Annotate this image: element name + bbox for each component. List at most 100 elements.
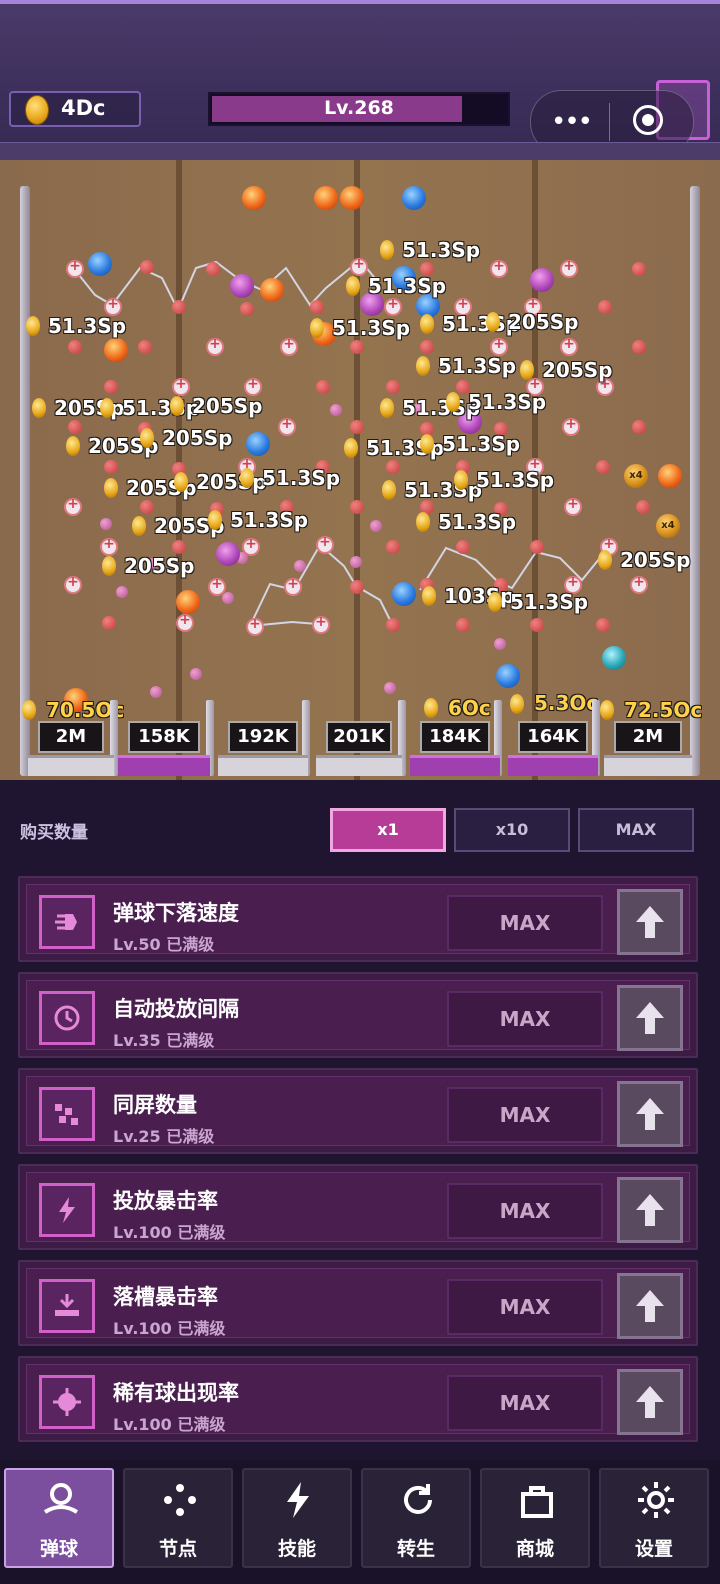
- upgrade-arrow-button[interactable]: [617, 1369, 683, 1435]
- buy-x10-button[interactable]: x10: [454, 808, 570, 852]
- upgrade-max-button[interactable]: MAX: [447, 991, 603, 1047]
- nav-item-label: 转生: [396, 1538, 435, 1560]
- board-peg: [456, 540, 470, 554]
- coin-icon: [32, 398, 46, 418]
- score-popup: 205Sp: [542, 358, 613, 382]
- slot: 158K: [118, 700, 210, 776]
- board-peg: [172, 300, 186, 314]
- board-peg: [350, 420, 364, 434]
- coin-icon: [102, 556, 116, 576]
- gear-icon: [638, 1482, 674, 1518]
- coin-icon: [382, 480, 396, 500]
- arrow-up-icon: [636, 1386, 664, 1418]
- slot-value: 184K: [420, 721, 490, 753]
- upgrade-max-button[interactable]: MAX: [447, 1279, 603, 1335]
- slot-base: [28, 755, 114, 776]
- board-peg: [116, 586, 128, 598]
- board-peg: [100, 536, 118, 556]
- board-peg: [278, 416, 296, 436]
- board-peg: [420, 340, 434, 354]
- upgrade-title: 投放暴击率: [113, 1189, 218, 1213]
- board-peg: [386, 460, 400, 474]
- currency-value: 4Dc: [61, 96, 106, 120]
- upgrade-card: 稀有球出现率 Lv.100 已满级 MAX: [18, 1356, 698, 1442]
- slot-base: [218, 755, 308, 776]
- score-popup: 51.3Sp: [510, 590, 589, 614]
- board-peg: [68, 420, 82, 434]
- coin-icon: [416, 356, 430, 376]
- pinball-board[interactable]: x4x4 51.3Sp51.3Sp51.3Sp51.3Sp51.3Sp205Sp…: [0, 160, 720, 780]
- nav-item[interactable]: 弹球: [4, 1468, 114, 1568]
- upgrade-arrow-button[interactable]: [617, 889, 683, 955]
- balls-count-icon: [39, 1087, 95, 1141]
- arrow-up-icon: [636, 1098, 664, 1130]
- coin-icon: [420, 434, 434, 454]
- coin-icon: [132, 516, 146, 536]
- board-peg: [66, 258, 84, 278]
- board-peg: [370, 520, 382, 532]
- upgrade-card: 同屏数量 Lv.25 已满级 MAX: [18, 1068, 698, 1154]
- board-peg: [240, 302, 254, 316]
- nav-item[interactable]: 商城: [480, 1468, 590, 1568]
- score-popup: 51.3Sp: [476, 468, 555, 492]
- more-options-icon[interactable]: •••: [551, 107, 593, 137]
- board-peg: [150, 686, 162, 698]
- board-peg: [636, 500, 650, 514]
- board-peg: [384, 296, 402, 316]
- nav-item[interactable]: 转生: [361, 1468, 471, 1568]
- lightning-ball: [496, 664, 520, 688]
- nav-item-label: 设置: [634, 1538, 673, 1560]
- score-popup: 205Sp: [192, 394, 263, 418]
- slot: 2M: [28, 700, 114, 776]
- score-popup: 51.3Sp: [122, 396, 201, 420]
- pinball-icon: [43, 1483, 79, 1514]
- board-peg: [562, 416, 580, 436]
- board-peg: [104, 460, 118, 474]
- upgrade-arrow-button[interactable]: [617, 985, 683, 1051]
- board-peg: [246, 616, 264, 636]
- coin-icon: [454, 470, 468, 490]
- nav-item[interactable]: 节点: [123, 1468, 233, 1568]
- coin-icon: [446, 392, 460, 412]
- rare-ball-icon: [39, 1375, 95, 1429]
- fire-ball: [340, 186, 364, 210]
- score-popup: 51.3Sp: [368, 274, 447, 298]
- upgrade-max-button[interactable]: MAX: [447, 1375, 603, 1431]
- upgrade-max-button[interactable]: MAX: [447, 1183, 603, 1239]
- coin-icon: [422, 586, 436, 606]
- upgrade-max-button[interactable]: MAX: [447, 1087, 603, 1143]
- upgrade-title: 落槽暴击率: [113, 1285, 218, 1309]
- board-peg: [632, 420, 646, 434]
- board-peg: [102, 616, 116, 630]
- close-target-icon[interactable]: [633, 105, 663, 135]
- coin-icon: [104, 478, 118, 498]
- score-popup: 51.3Sp: [438, 510, 517, 534]
- score-popup: 103Sp: [444, 584, 515, 608]
- upgrade-card: 弹球下落速度 Lv.50 已满级 MAX: [18, 876, 698, 962]
- upgrade-arrow-button[interactable]: [617, 1273, 683, 1339]
- nav-item[interactable]: 技能: [242, 1468, 352, 1568]
- upgrade-max-button[interactable]: MAX: [447, 895, 603, 951]
- nav-item[interactable]: 设置: [599, 1468, 709, 1568]
- lightning-ball: [402, 186, 426, 210]
- board-peg: [386, 540, 400, 554]
- slot: 192K: [218, 700, 308, 776]
- buy-x1-button[interactable]: x1: [330, 808, 446, 852]
- currency-display: 4Dc: [9, 91, 141, 127]
- coin-icon: [520, 360, 534, 380]
- board-peg: [596, 618, 610, 632]
- board-peg: [596, 460, 610, 474]
- board-peg: [310, 300, 324, 314]
- upgrade-arrow-button[interactable]: [617, 1177, 683, 1243]
- score-popup: 51.3Sp: [332, 316, 411, 340]
- buy-max-button[interactable]: MAX: [578, 808, 694, 852]
- score-popup: 205Sp: [162, 426, 233, 450]
- coin-icon: [170, 396, 184, 416]
- lightning-ball: [246, 432, 270, 456]
- board-peg: [598, 300, 612, 314]
- coin-icon: [140, 428, 154, 448]
- slot: 164K: [508, 700, 598, 776]
- upgrade-card-body: 自动投放间隔 Lv.35 已满级 MAX: [26, 980, 690, 1051]
- board-peg: [386, 618, 400, 632]
- upgrade-arrow-button[interactable]: [617, 1081, 683, 1147]
